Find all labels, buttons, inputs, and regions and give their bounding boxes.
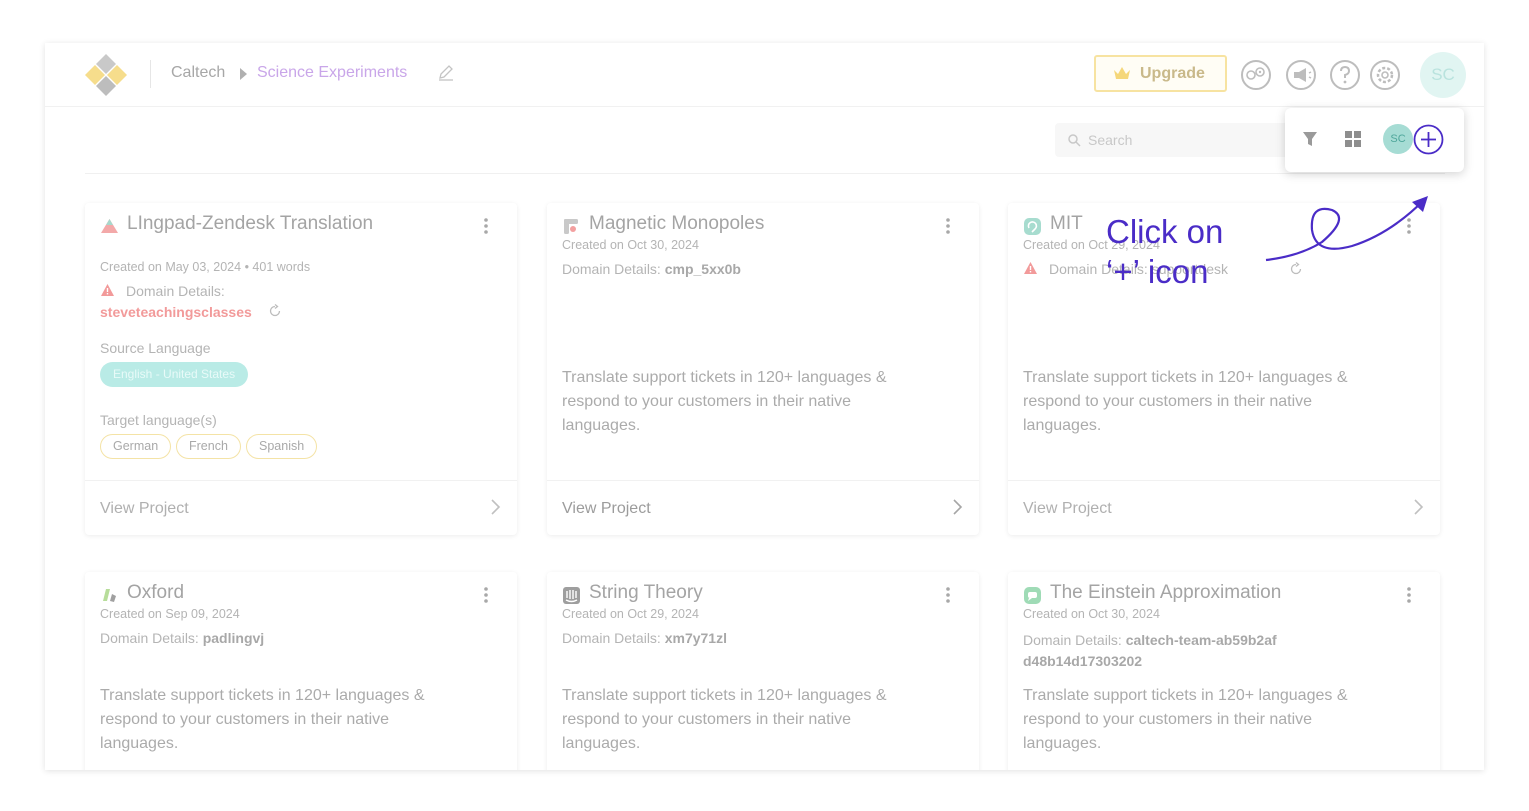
user-avatar[interactable]: SC (1420, 52, 1466, 98)
more-options-icon[interactable] (945, 216, 951, 236)
front-app-icon (564, 219, 578, 234)
target-language-label: Target language(s) (100, 412, 217, 428)
domain-label: Domain Details: (562, 261, 661, 277)
search-placeholder: Search (1088, 132, 1133, 148)
domain-label: Domain Details: (100, 630, 199, 646)
intercom-icon (563, 587, 580, 604)
callout-line-2: ‘+’ icon (1106, 253, 1209, 290)
project-title[interactable]: Magnetic Monopoles (589, 213, 919, 235)
domain-label: Domain Details: (1023, 632, 1122, 648)
project-description: Translate support tickets in 120+ langua… (1023, 369, 1348, 434)
upgrade-label: Upgrade (1140, 65, 1205, 82)
grid-view-icon[interactable] (1344, 130, 1362, 148)
source-language-tag: English - United States (100, 362, 249, 387)
domain-details: Domain Details: cmp_5xx0b (562, 261, 741, 277)
member-avatar[interactable]: SC (1383, 124, 1413, 154)
project-title[interactable]: LIngpad-Zendesk Translation (127, 213, 457, 235)
pencil-icon[interactable] (437, 63, 455, 81)
megaphone-icon[interactable] (1285, 59, 1317, 91)
domain-value: padlingvj (202, 630, 265, 646)
help-icon[interactable] (1329, 59, 1361, 91)
breadcrumb-caret-icon (240, 68, 247, 80)
project-description: Translate support tickets in 120+ langua… (100, 687, 425, 752)
project-description: Translate support tickets in 120+ langua… (562, 369, 887, 434)
project-meta: Created on May 03, 2024 • 401 words (100, 260, 310, 274)
domain-details: Domain Details: xm7y71zl (562, 630, 727, 646)
view-project-link[interactable]: View Project (547, 480, 979, 535)
source-language-label: Source Language (100, 340, 211, 356)
breadcrumb-org[interactable]: Caltech (171, 64, 225, 82)
add-project-icon[interactable] (1413, 124, 1444, 155)
view-project-label: View Project (1023, 500, 1112, 517)
chevron-right-icon (1414, 499, 1424, 515)
callout-line-1: Click on (1106, 213, 1224, 250)
search-icon (1068, 134, 1081, 147)
toolbar-popup: SC (1285, 108, 1464, 172)
target-language-tag: French (176, 434, 241, 459)
tutorial-callout: Click on ‘+’ icon (1106, 212, 1223, 292)
more-options-icon[interactable] (483, 216, 489, 236)
settings-gear-icon[interactable] (1369, 59, 1401, 91)
warning-icon (1024, 262, 1037, 274)
domain-value: steveteachingsclasses (100, 304, 252, 320)
target-language-tag: Spanish (246, 434, 318, 459)
upgrade-button[interactable]: Upgrade (1094, 55, 1227, 92)
project-description: Translate support tickets in 120+ langua… (562, 687, 887, 752)
project-card[interactable]: The Einstein Approximation Created on Oc… (1008, 572, 1440, 770)
crown-icon (1114, 67, 1130, 79)
header-separator (150, 60, 151, 88)
top-bar: Caltech Science Experiments Upgrade SC (45, 43, 1484, 107)
community-icon[interactable] (1240, 59, 1272, 91)
project-title[interactable]: Oxford (127, 582, 457, 604)
view-project-label: View Project (562, 500, 651, 517)
chevron-right-icon (491, 499, 501, 515)
zendesk-triangle-icon (101, 219, 118, 233)
filter-icon[interactable] (1301, 130, 1319, 148)
view-project-link[interactable]: View Project (1008, 480, 1440, 535)
refresh-icon[interactable] (268, 304, 282, 318)
search-input[interactable]: Search (1055, 123, 1295, 157)
app-window: Caltech Science Experiments Upgrade SC S… (45, 43, 1484, 770)
domain-details: Domain Details: caltech-team-ab59b2afd48… (1023, 630, 1283, 672)
oxford-logo-icon (103, 589, 116, 602)
project-card[interactable]: Magnetic Monopoles Created on Oct 30, 20… (547, 203, 979, 535)
warning-icon (101, 284, 114, 296)
help-scout-icon (1024, 218, 1041, 235)
project-card[interactable]: LIngpad-Zendesk Translation Created on M… (85, 203, 517, 535)
chevron-right-icon (953, 499, 963, 515)
domain-label: Domain Details: (562, 630, 661, 646)
created-date: Created on May 03, 2024 (100, 260, 242, 274)
freshchat-icon (1024, 587, 1041, 604)
more-options-icon[interactable] (1406, 585, 1412, 605)
created-date: Created on Oct 30, 2024 (1023, 607, 1160, 621)
project-title[interactable]: String Theory (589, 582, 919, 604)
domain-details: Domain Details: padlingvj (100, 630, 264, 646)
project-card[interactable]: Oxford Created on Sep 09, 2024 Domain De… (85, 572, 517, 770)
project-title[interactable]: The Einstein Approximation (1050, 582, 1380, 604)
breadcrumb-project[interactable]: Science Experiments (257, 64, 407, 82)
more-options-icon[interactable] (945, 585, 951, 605)
created-date: Created on Oct 29, 2024 (562, 607, 699, 621)
content-divider (85, 173, 1445, 174)
view-project-label: View Project (100, 500, 189, 517)
target-language-tag: German (100, 434, 172, 459)
view-project-link[interactable]: View Project (85, 480, 517, 535)
more-options-icon[interactable] (483, 585, 489, 605)
project-description: Translate support tickets in 120+ langua… (1023, 687, 1348, 752)
word-count: 401 words (252, 260, 311, 274)
domain-label: Domain Details: (126, 283, 225, 299)
callout-arrow-icon (1265, 196, 1428, 262)
domain-value: cmp_5xx0b (664, 261, 741, 277)
created-date: Created on Oct 30, 2024 (562, 238, 699, 252)
project-card[interactable]: String Theory Created on Oct 29, 2024 Do… (547, 572, 979, 770)
created-date: Created on Sep 09, 2024 (100, 607, 240, 621)
domain-value: xm7y71zl (664, 630, 727, 646)
app-logo-icon[interactable] (83, 52, 129, 98)
